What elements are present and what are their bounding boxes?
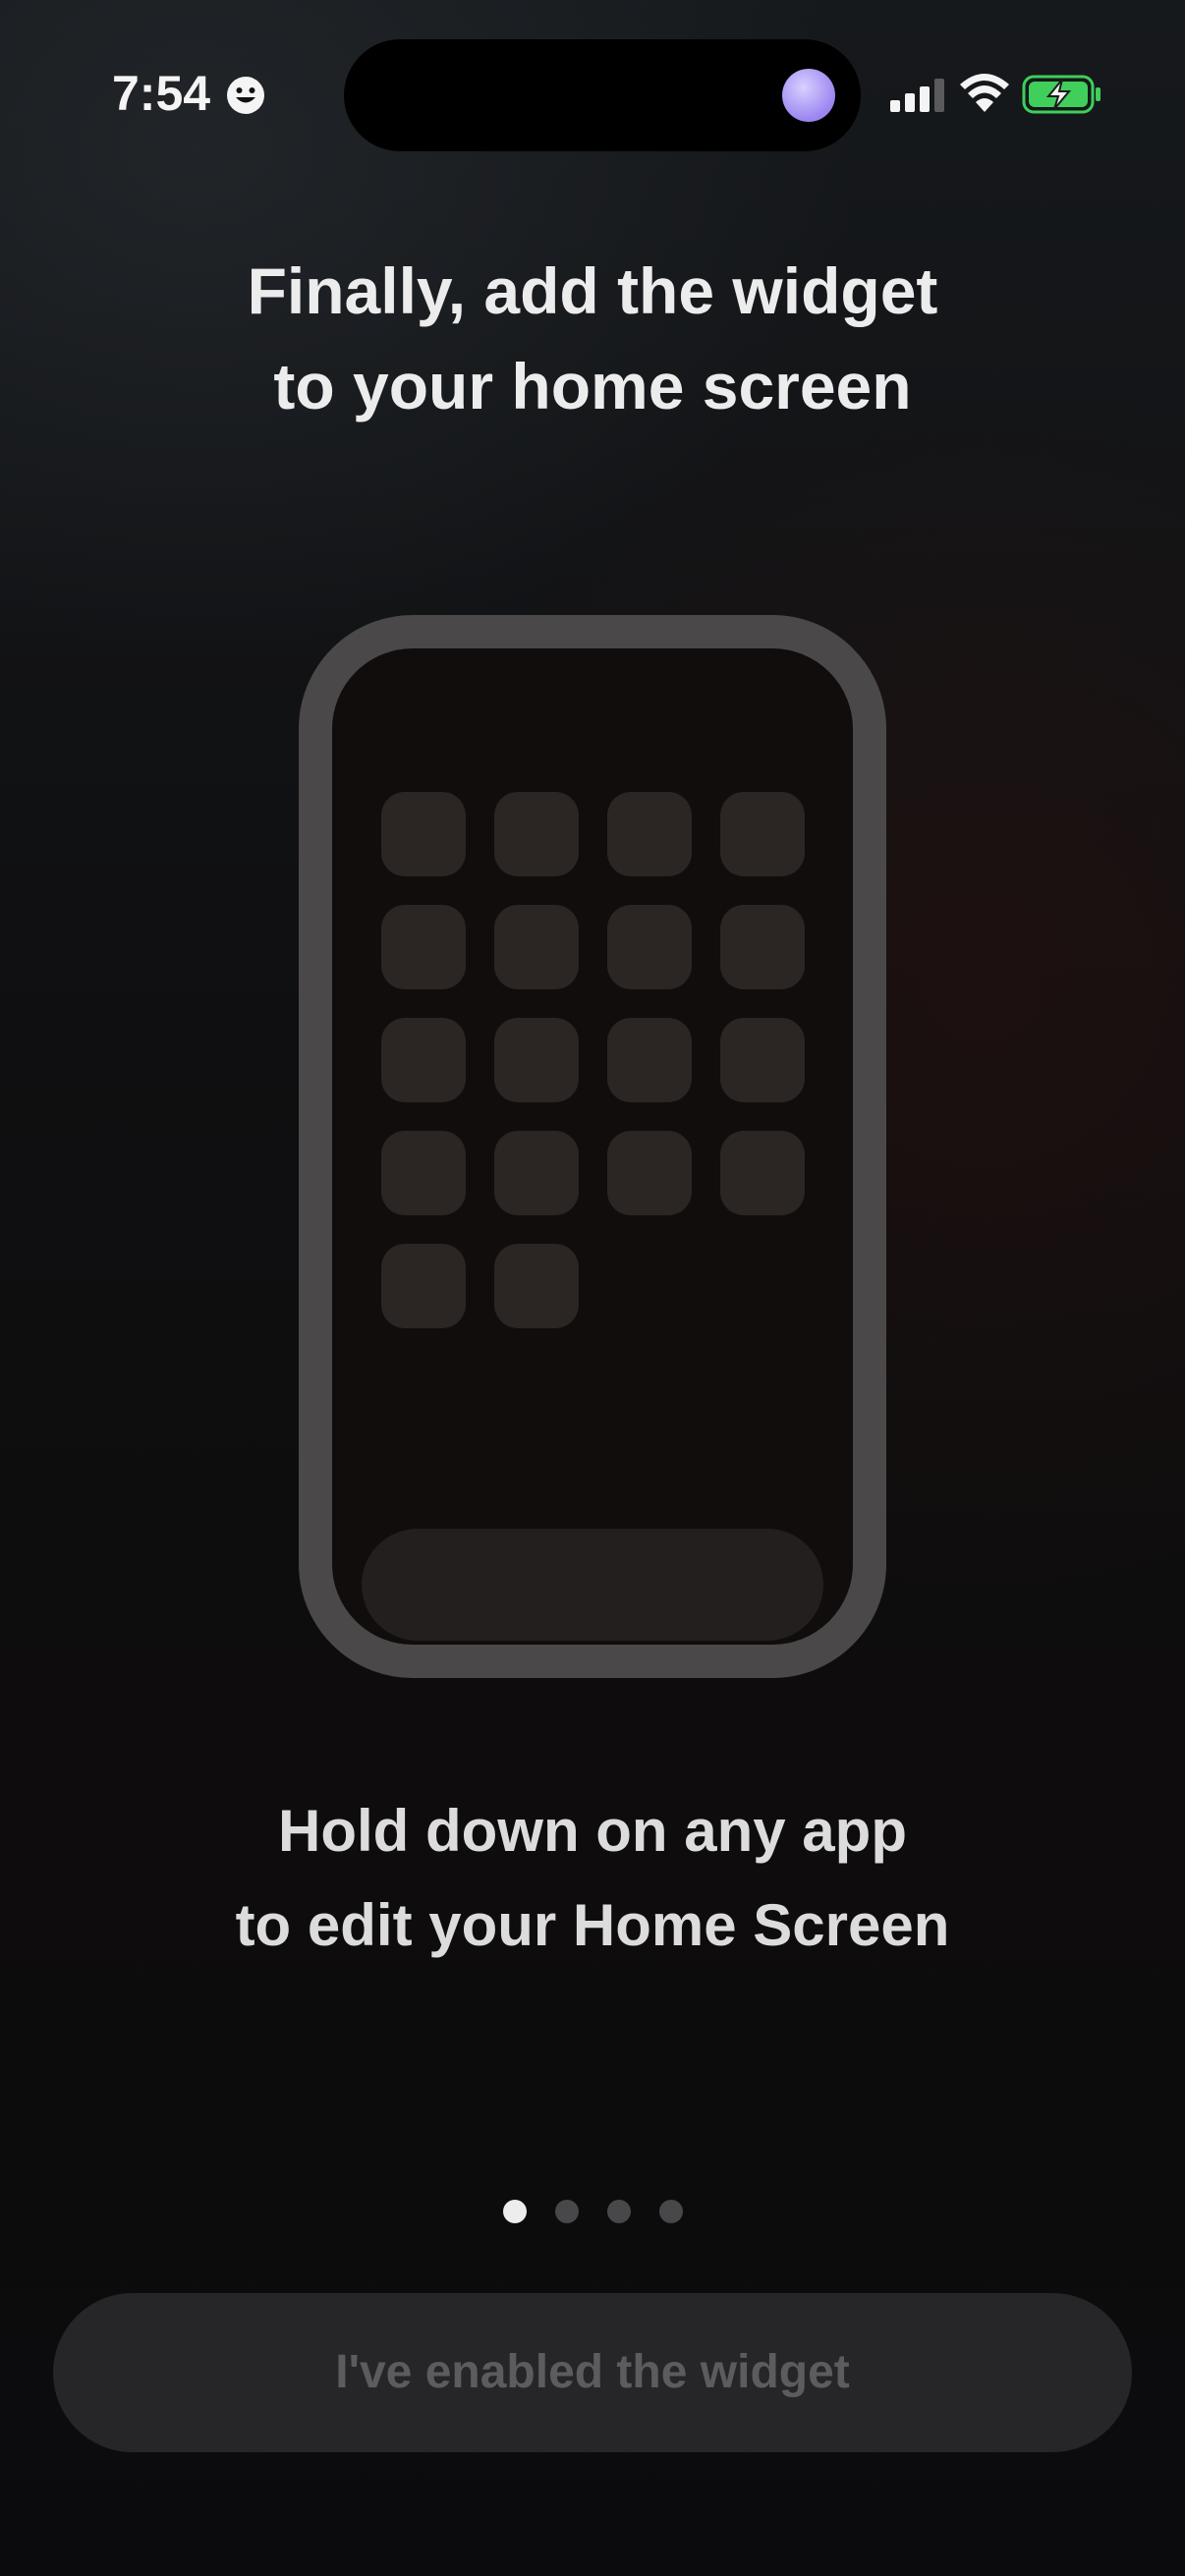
instruction-text: Hold down on any app to edit your Home S… [0,1784,1185,1973]
app-placeholder-icon [381,792,466,876]
app-placeholder-icon [494,792,579,876]
app-placeholder-icon [720,905,805,989]
dock [362,1529,823,1641]
app-placeholder-icon [720,1018,805,1102]
app-placeholder-icon [607,1131,692,1215]
app-placeholder-icon [607,1018,692,1102]
app-placeholder-icon [720,792,805,876]
app-placeholder-icon [494,1131,579,1215]
page-dot [607,2200,631,2223]
app-placeholder-icon [607,905,692,989]
app-placeholder-icon [494,1018,579,1102]
page-dot [659,2200,683,2223]
app-placeholder-icon [381,1018,466,1102]
instruction-line-2: to edit your Home Screen [235,1892,950,1958]
battery-charging-icon [1022,75,1100,114]
page-title: Finally, add the widget to your home scr… [0,244,1185,434]
smiley-icon [227,77,264,114]
enabled-widget-button[interactable]: I've enabled the widget [53,2293,1132,2452]
wifi-icon [960,74,1009,112]
page-dot [555,2200,579,2223]
instruction-line-1: Hold down on any app [278,1798,907,1864]
app-placeholder-icon [720,1131,805,1215]
app-placeholder-icon [494,905,579,989]
app-placeholder-icon [381,905,466,989]
phone-illustration [299,615,886,1678]
title-line-2: to your home screen [273,350,912,422]
app-placeholder-icon [494,1244,579,1328]
app-placeholder-icon [607,792,692,876]
status-time: 7:54 [112,66,211,121]
app-grid [381,792,805,1328]
app-placeholder-icon [381,1131,466,1215]
page-dot-active [503,2200,527,2223]
avatar-icon [782,69,835,122]
dynamic-island [344,39,861,151]
signal-icon [890,79,944,112]
title-line-1: Finally, add the widget [247,254,938,327]
onboarding-screen: 7:54 Finally, add the widget to your hom… [0,0,1185,2576]
app-placeholder-icon [381,1244,466,1328]
page-indicator [503,2200,683,2223]
